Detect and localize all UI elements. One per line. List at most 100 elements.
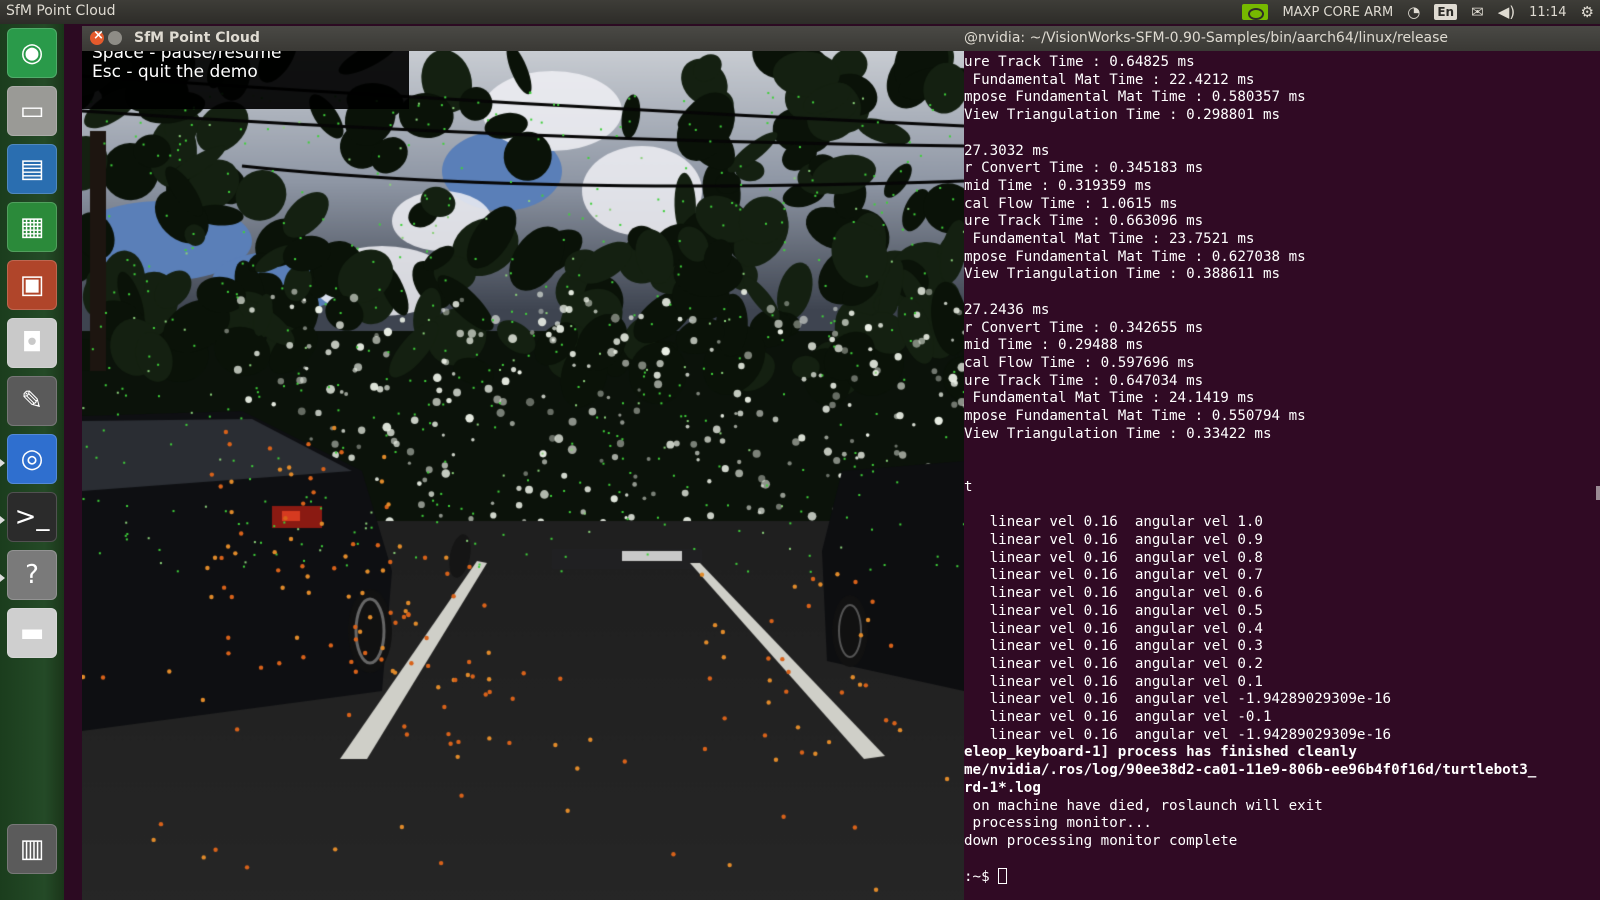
clock[interactable]: 11:14 bbox=[1529, 5, 1566, 20]
files-glyph: ▭ bbox=[19, 96, 45, 126]
calc-icon[interactable]: ▦ bbox=[7, 202, 57, 252]
ubuntu-dash-icon[interactable]: ◉ bbox=[7, 28, 57, 78]
terminal-line: cal Flow Time : 0.597696 ms bbox=[964, 354, 1195, 371]
drive-glyph: ▬ bbox=[19, 618, 45, 648]
terminal-line: rd-1*.log bbox=[964, 779, 1041, 796]
terminal-line: linear vel 0.16 angular vel 0.1 bbox=[964, 673, 1263, 690]
impress-icon[interactable]: ▣ bbox=[7, 260, 57, 310]
terminal-line: View Triangulation Time : 0.298801 ms bbox=[964, 107, 1281, 124]
running-indicator bbox=[0, 516, 5, 524]
trash-glyph: ▥ bbox=[19, 834, 45, 864]
terminal-line: View Triangulation Time : 0.388611 ms bbox=[964, 266, 1281, 283]
top-panel: SfM Point Cloud MAXP CORE ARM ◔ En ✉ ◀) … bbox=[0, 0, 1600, 24]
camera-feed-with-tracked-points[interactable] bbox=[82, 51, 964, 900]
active-app-title: SfM Point Cloud bbox=[6, 3, 116, 19]
terminal-line: down processing monitor complete bbox=[964, 832, 1238, 849]
chromium-glyph: ◎ bbox=[20, 444, 44, 474]
power-mode-label[interactable]: MAXP CORE ARM bbox=[1282, 5, 1393, 20]
gear-icon[interactable]: ⚙ bbox=[1581, 0, 1594, 24]
help-overlay: Space - pause/resume Esc - quit the demo bbox=[82, 51, 409, 109]
terminal-prompt: :~$ bbox=[964, 869, 999, 886]
help-glyph: ? bbox=[25, 560, 39, 590]
software-center-glyph: ◘ bbox=[21, 328, 43, 358]
terminal-line: linear vel 0.16 angular vel 0.2 bbox=[964, 655, 1263, 672]
terminal-line: 27.2436 ms bbox=[964, 301, 1050, 318]
chromium-icon[interactable]: ◎ bbox=[7, 434, 57, 484]
terminal-line: linear vel 0.16 angular vel 0.3 bbox=[964, 638, 1263, 655]
terminal-line: linear vel 0.16 angular vel -0.1 bbox=[964, 709, 1272, 726]
window-title: SfM Point Cloud bbox=[134, 30, 260, 46]
system-settings-icon[interactable]: ✎ bbox=[7, 376, 57, 426]
close-button[interactable] bbox=[90, 28, 104, 45]
minimize-button[interactable] bbox=[108, 31, 122, 45]
terminal-line: mid Time : 0.29488 ms bbox=[964, 337, 1144, 354]
terminal-line: linear vel 0.16 angular vel 0.8 bbox=[964, 549, 1263, 566]
terminal-line: r Convert Time : 0.345183 ms bbox=[964, 160, 1204, 177]
terminal-scrollbar[interactable] bbox=[1596, 486, 1600, 500]
terminal-window[interactable]: @nvidia: ~/VisionWorks-SFM-0.90-Samples/… bbox=[964, 26, 1600, 900]
help-icon[interactable]: ? bbox=[7, 550, 57, 600]
terminal-line: cal Flow Time : 1.0615 ms bbox=[964, 195, 1178, 212]
sfm-window-titlebar[interactable]: SfM Point Cloud bbox=[82, 26, 964, 51]
terminal-line: processing monitor... bbox=[964, 815, 1152, 832]
terminal-glyph: >_ bbox=[14, 502, 50, 532]
terminal-line: linear vel 0.16 angular vel 0.7 bbox=[964, 567, 1263, 584]
terminal-cursor bbox=[998, 868, 1008, 885]
terminal-line: ure Track Time : 0.663096 ms bbox=[964, 213, 1204, 230]
terminal-line: linear vel 0.16 angular vel 0.5 bbox=[964, 602, 1263, 619]
sfm-point-cloud-window: SfM Point Cloud Space - pause/resume Esc… bbox=[82, 26, 964, 900]
terminal-line: Fundamental Mat Time : 24.1419 ms bbox=[964, 390, 1255, 407]
terminal-line: mpose Fundamental Mat Time : 0.550794 ms bbox=[964, 408, 1306, 425]
terminal-icon[interactable]: >_ bbox=[7, 492, 57, 542]
trash-icon[interactable]: ▥ bbox=[7, 824, 57, 874]
terminal-titlebar[interactable]: @nvidia: ~/VisionWorks-SFM-0.90-Samples/… bbox=[964, 26, 1600, 51]
keyboard-lang-icon[interactable]: En bbox=[1434, 4, 1458, 20]
terminal-line: mpose Fundamental Mat Time : 0.627038 ms bbox=[964, 248, 1306, 265]
calc-glyph: ▦ bbox=[19, 212, 45, 242]
terminal-line: Fundamental Mat Time : 23.7521 ms bbox=[964, 231, 1255, 248]
writer-icon[interactable]: ▤ bbox=[7, 144, 57, 194]
running-indicator bbox=[0, 574, 5, 582]
mail-icon[interactable]: ✉ bbox=[1471, 0, 1484, 24]
terminal-line: View Triangulation Time : 0.33422 ms bbox=[964, 425, 1272, 442]
terminal-line: t bbox=[964, 478, 973, 495]
terminal-line: linear vel 0.16 angular vel 0.4 bbox=[964, 620, 1263, 637]
impress-glyph: ▣ bbox=[19, 270, 45, 300]
terminal-line: mid Time : 0.319359 ms bbox=[964, 177, 1152, 194]
terminal-line: linear vel 0.16 angular vel 0.9 bbox=[964, 531, 1263, 548]
terminal-line: linear vel 0.16 angular vel -1.942890293… bbox=[964, 726, 1392, 743]
terminal-line: on machine have died, roslaunch will exi… bbox=[964, 797, 1323, 814]
terminal-line: linear vel 0.16 angular vel -1.942890293… bbox=[964, 691, 1392, 708]
terminal-output[interactable]: ure Track Time : 0.64825 ms Fundamental … bbox=[964, 51, 1600, 900]
terminal-line: eleop_keyboard-1] process has finished c… bbox=[964, 744, 1357, 761]
terminal-line: Fundamental Mat Time : 22.4212 ms bbox=[964, 71, 1255, 88]
volume-icon[interactable]: ◀) bbox=[1498, 0, 1515, 24]
terminal-line: linear vel 0.16 angular vel 1.0 bbox=[964, 514, 1263, 531]
nvidia-icon[interactable] bbox=[1242, 4, 1269, 20]
terminal-line: me/nvidia/.ros/log/90ee38d2-ca01-11e9-80… bbox=[964, 762, 1537, 779]
indicator-area: MAXP CORE ARM ◔ En ✉ ◀) 11:14 ⚙ bbox=[1242, 0, 1594, 24]
running-indicator bbox=[0, 459, 5, 467]
help-line-quit: Esc - quit the demo bbox=[92, 62, 258, 82]
files-icon[interactable]: ▭ bbox=[7, 86, 57, 136]
launcher: ◉ ▭ ▤ ▦ ▣ ◘ ✎ ◎ >_? ▬ ▥ bbox=[0, 24, 64, 900]
terminal-prompt-line[interactable]: :~$ bbox=[964, 868, 1600, 887]
terminal-line: ure Track Time : 0.647034 ms bbox=[964, 372, 1204, 389]
ubuntu-dash-glyph: ◉ bbox=[20, 38, 44, 68]
system-settings-glyph: ✎ bbox=[21, 386, 43, 416]
terminal-line: r Convert Time : 0.342655 ms bbox=[964, 319, 1204, 336]
writer-glyph: ▤ bbox=[19, 154, 45, 184]
terminal-line: linear vel 0.16 angular vel 0.6 bbox=[964, 585, 1263, 602]
wifi-icon[interactable]: ◔ bbox=[1407, 0, 1420, 24]
drive-icon[interactable]: ▬ bbox=[7, 608, 57, 658]
terminal-line: ure Track Time : 0.64825 ms bbox=[964, 54, 1195, 70]
software-center-icon[interactable]: ◘ bbox=[7, 318, 57, 368]
terminal-line: mpose Fundamental Mat Time : 0.580357 ms bbox=[964, 89, 1306, 106]
terminal-line: 27.3032 ms bbox=[964, 142, 1050, 159]
